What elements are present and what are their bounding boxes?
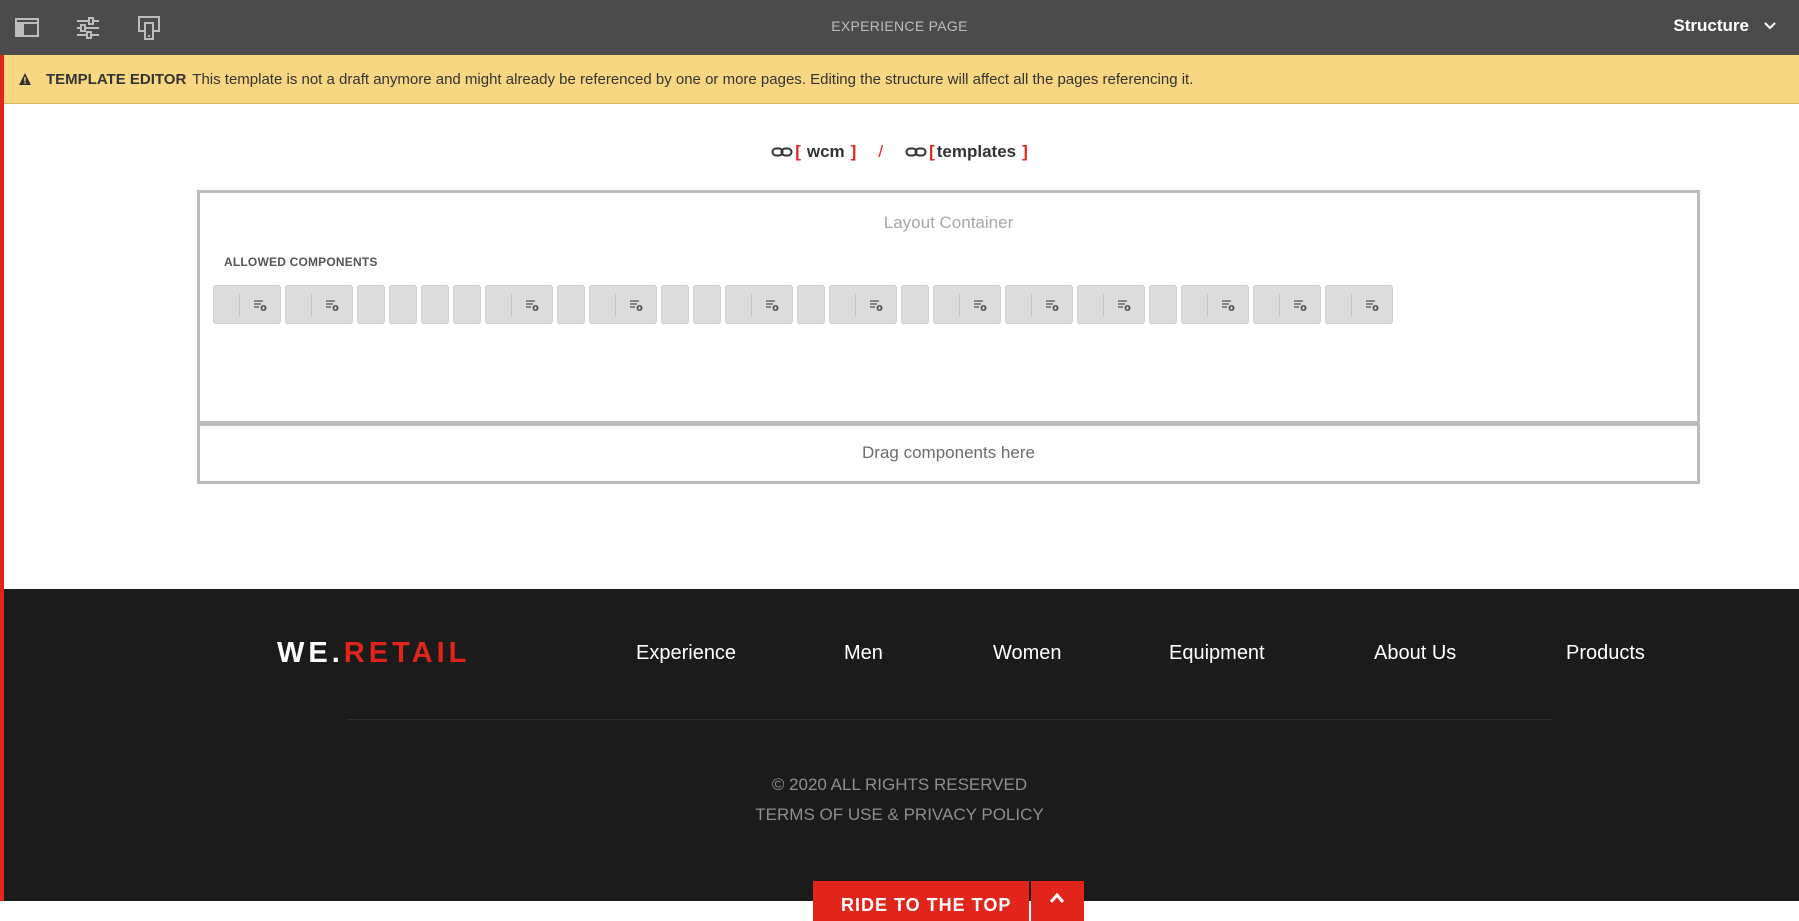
component-policy-icon[interactable] <box>1365 298 1379 312</box>
template-warning-banner: TEMPLATE EDITOR This template is not a d… <box>0 55 1799 104</box>
component-policy-icon[interactable] <box>525 298 539 312</box>
bracket-close: ] <box>1022 142 1028 161</box>
bracket-open: [ <box>795 142 801 161</box>
logo-text-we: WE <box>277 637 332 669</box>
breadcrumb-item-templates[interactable]: [ templates ] <box>905 142 1028 162</box>
allowed-components-label: ALLOWED COMPONENTS <box>224 255 378 269</box>
chip-divider <box>751 294 752 316</box>
allowed-component-chip[interactable] <box>1253 285 1321 324</box>
layout-container-title: Layout Container <box>883 213 1014 232</box>
chip-divider <box>959 294 960 316</box>
allowed-component-chip[interactable] <box>557 285 585 324</box>
component-policy-icon[interactable] <box>1221 298 1235 312</box>
layout-container[interactable]: Layout Container ALLOWED COMPONENTS <box>197 190 1700 424</box>
chip-divider <box>1031 294 1032 316</box>
chevron-down-icon <box>1764 22 1776 30</box>
mode-label: Structure <box>1673 16 1749 35</box>
logo-text-retail: RETAIL <box>343 637 471 669</box>
component-policy-icon[interactable] <box>325 298 339 312</box>
footer-nav-products[interactable]: Products <box>1566 642 1645 665</box>
component-policy-icon[interactable] <box>869 298 883 312</box>
allowed-component-chip[interactable] <box>901 285 929 324</box>
allowed-component-chip[interactable] <box>213 285 281 324</box>
chip-divider <box>855 294 856 316</box>
footer-nav-experience[interactable]: Experience <box>636 642 736 665</box>
editor-toolbar: EXPERIENCE PAGE Structure <box>0 0 1799 55</box>
component-policy-icon[interactable] <box>765 298 779 312</box>
component-policy-icon[interactable] <box>1117 298 1131 312</box>
drag-components-dropzone[interactable]: Drag components here <box>197 424 1700 484</box>
chip-divider <box>311 294 312 316</box>
allowed-component-chip[interactable] <box>1181 285 1249 324</box>
footer-nav-men[interactable]: Men <box>844 642 883 665</box>
allowed-component-chip[interactable] <box>1077 285 1145 324</box>
allowed-component-chip[interactable] <box>829 285 897 324</box>
allowed-component-chip[interactable] <box>485 285 553 324</box>
component-policy-icon[interactable] <box>1045 298 1059 312</box>
component-policy-icon[interactable] <box>973 298 987 312</box>
allowed-component-chip[interactable] <box>1149 285 1177 324</box>
chip-divider <box>615 294 616 316</box>
breadcrumb: [ wcm ] / [ templates ] <box>0 142 1799 162</box>
breadcrumb-item-wcm[interactable]: [ wcm ] <box>771 142 856 162</box>
mode-selector[interactable]: Structure <box>1673 16 1777 36</box>
left-accent-bar <box>0 55 4 901</box>
chip-divider <box>239 294 240 316</box>
logo-text-dot: . <box>331 637 344 669</box>
allowed-component-chip[interactable] <box>357 285 385 324</box>
allowed-component-chip[interactable] <box>1005 285 1073 324</box>
allowed-component-chip[interactable] <box>421 285 449 324</box>
ride-to-top-button[interactable]: RIDE TO THE TOP <box>813 881 1029 921</box>
chip-divider <box>1279 294 1280 316</box>
breadcrumb-label: wcm <box>806 142 845 161</box>
footer-divider <box>348 719 1551 720</box>
allowed-component-chip[interactable] <box>1325 285 1393 324</box>
footer-nav-equipment[interactable]: Equipment <box>1169 642 1265 665</box>
allowed-component-chip[interactable] <box>693 285 721 324</box>
allowed-component-chip[interactable] <box>453 285 481 324</box>
footer-nav-about-us[interactable]: About Us <box>1374 642 1456 665</box>
component-policy-icon[interactable] <box>1293 298 1307 312</box>
alert-label: TEMPLATE EDITOR <box>46 70 187 88</box>
copyright-text: © 2020 ALL RIGHTS RESERVED <box>771 775 1028 794</box>
component-policy-icon[interactable] <box>253 298 267 312</box>
link-icon <box>905 147 927 157</box>
bracket-close: ] <box>850 142 857 161</box>
allowed-component-chip[interactable] <box>933 285 1001 324</box>
chip-divider <box>1103 294 1104 316</box>
chip-divider <box>1351 294 1352 316</box>
allowed-component-chip[interactable] <box>589 285 657 324</box>
alert-message: This template is not a draft anymore and… <box>192 70 1194 88</box>
we-retail-logo[interactable]: WE.RETAIL <box>277 637 470 670</box>
component-policy-icon[interactable] <box>629 298 643 312</box>
terms-privacy-link[interactable]: TERMS OF USE & PRIVACY POLICY <box>0 805 1799 825</box>
chip-divider <box>1207 294 1208 316</box>
footer-nav-women[interactable]: Women <box>993 642 1062 665</box>
bracket-open: [ <box>929 142 935 161</box>
chip-divider <box>511 294 512 316</box>
allowed-components-list <box>213 285 1393 324</box>
chevron-up-icon <box>1050 893 1064 903</box>
allowed-component-chip[interactable] <box>389 285 417 324</box>
allowed-component-chip[interactable] <box>661 285 689 324</box>
allowed-component-chip[interactable] <box>725 285 793 324</box>
warning-icon <box>19 73 31 85</box>
scroll-up-button[interactable] <box>1031 881 1084 921</box>
breadcrumb-label: templates <box>936 142 1017 161</box>
allowed-component-chip[interactable] <box>797 285 825 324</box>
link-icon <box>771 147 793 157</box>
breadcrumb-separator: / <box>878 142 884 161</box>
page-title: EXPERIENCE PAGE <box>831 18 968 34</box>
footer: WE.RETAIL Experience Men Women Equipment… <box>0 589 1799 921</box>
allowed-component-chip[interactable] <box>285 285 353 324</box>
